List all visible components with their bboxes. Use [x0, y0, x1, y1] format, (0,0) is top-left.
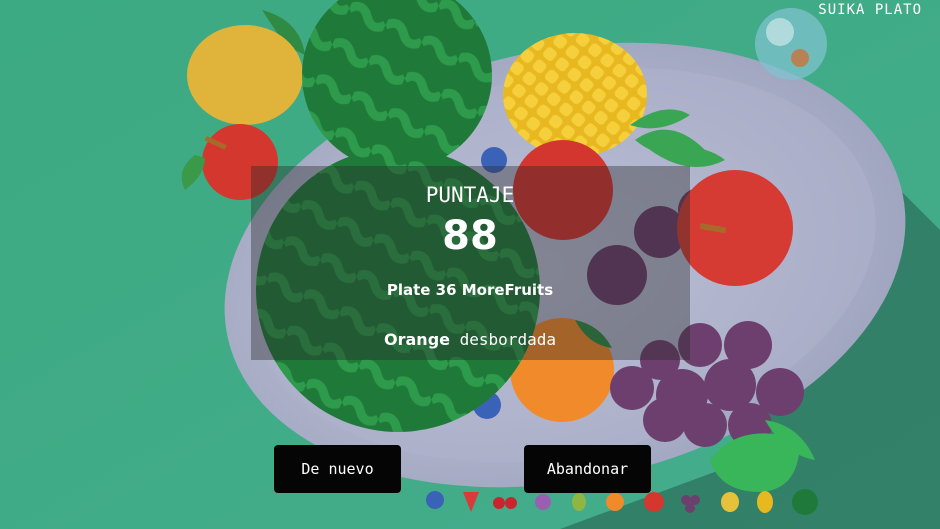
plum-icon	[535, 494, 551, 510]
marble-icon	[755, 8, 827, 80]
play-again-button[interactable]: De nuevo	[274, 445, 401, 493]
quit-button[interactable]: Abandonar	[524, 445, 651, 493]
plate-name: Plate 36 MoreFruits	[386, 281, 554, 299]
overflow-word: desbordada	[459, 330, 556, 349]
overflow-fruit: Orange	[384, 330, 450, 349]
lemon-icon	[721, 492, 739, 512]
overflow-message: Orange desbordada	[0, 330, 940, 349]
pineapple-fruit	[503, 33, 647, 157]
avocado-icon	[572, 493, 586, 511]
orange-icon	[606, 493, 624, 511]
blueberry-icon	[426, 491, 444, 509]
game-title: SUIKA PLATO	[818, 2, 922, 18]
watermelon-icon	[792, 489, 818, 515]
apple-icon	[644, 492, 664, 512]
score-value: 88	[442, 213, 498, 259]
pineapple-icon	[757, 491, 773, 513]
score-label: PUNTAJE	[425, 183, 515, 207]
